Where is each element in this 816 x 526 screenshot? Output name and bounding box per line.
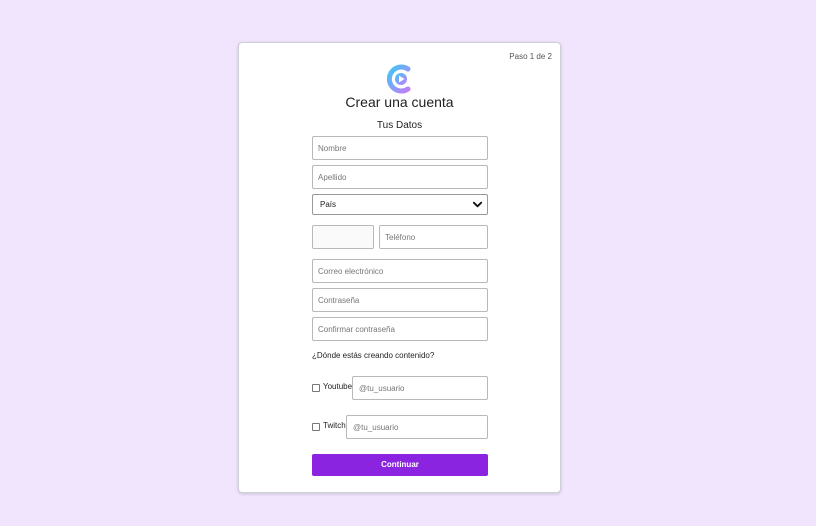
platforms-question: ¿Dónde estás creando contenido? xyxy=(312,351,435,360)
twitch-checkbox[interactable] xyxy=(312,423,320,431)
brand-logo-icon xyxy=(386,64,411,94)
platform-row-youtube: Youtube xyxy=(312,376,488,400)
password-input[interactable] xyxy=(312,288,488,312)
platform-row-twitch: Twitch xyxy=(312,415,488,439)
step-indicator: Paso 1 de 2 xyxy=(509,52,552,61)
email-input[interactable] xyxy=(312,259,488,283)
last-name-input[interactable] xyxy=(312,165,488,189)
section-title: Tus Datos xyxy=(376,120,423,131)
confirm-password-input[interactable] xyxy=(312,317,488,341)
first-name-input[interactable] xyxy=(312,136,488,160)
country-select-value: País xyxy=(320,200,337,209)
page-title: Crear una cuenta xyxy=(345,94,454,110)
youtube-checkbox[interactable] xyxy=(312,384,320,392)
country-select[interactable]: País xyxy=(312,194,488,215)
signup-card: Paso 1 de 2 Crear una cuenta Tus Datos P… xyxy=(238,42,561,493)
youtube-label: Youtube xyxy=(323,382,353,391)
twitch-label: Twitch xyxy=(323,421,346,430)
youtube-username-input[interactable] xyxy=(352,376,488,400)
phone-input[interactable] xyxy=(379,225,488,249)
twitch-username-input[interactable] xyxy=(346,415,488,439)
chevron-down-icon xyxy=(472,201,483,208)
phone-code-input[interactable] xyxy=(312,225,374,249)
continue-button[interactable]: Continuar xyxy=(312,454,488,476)
